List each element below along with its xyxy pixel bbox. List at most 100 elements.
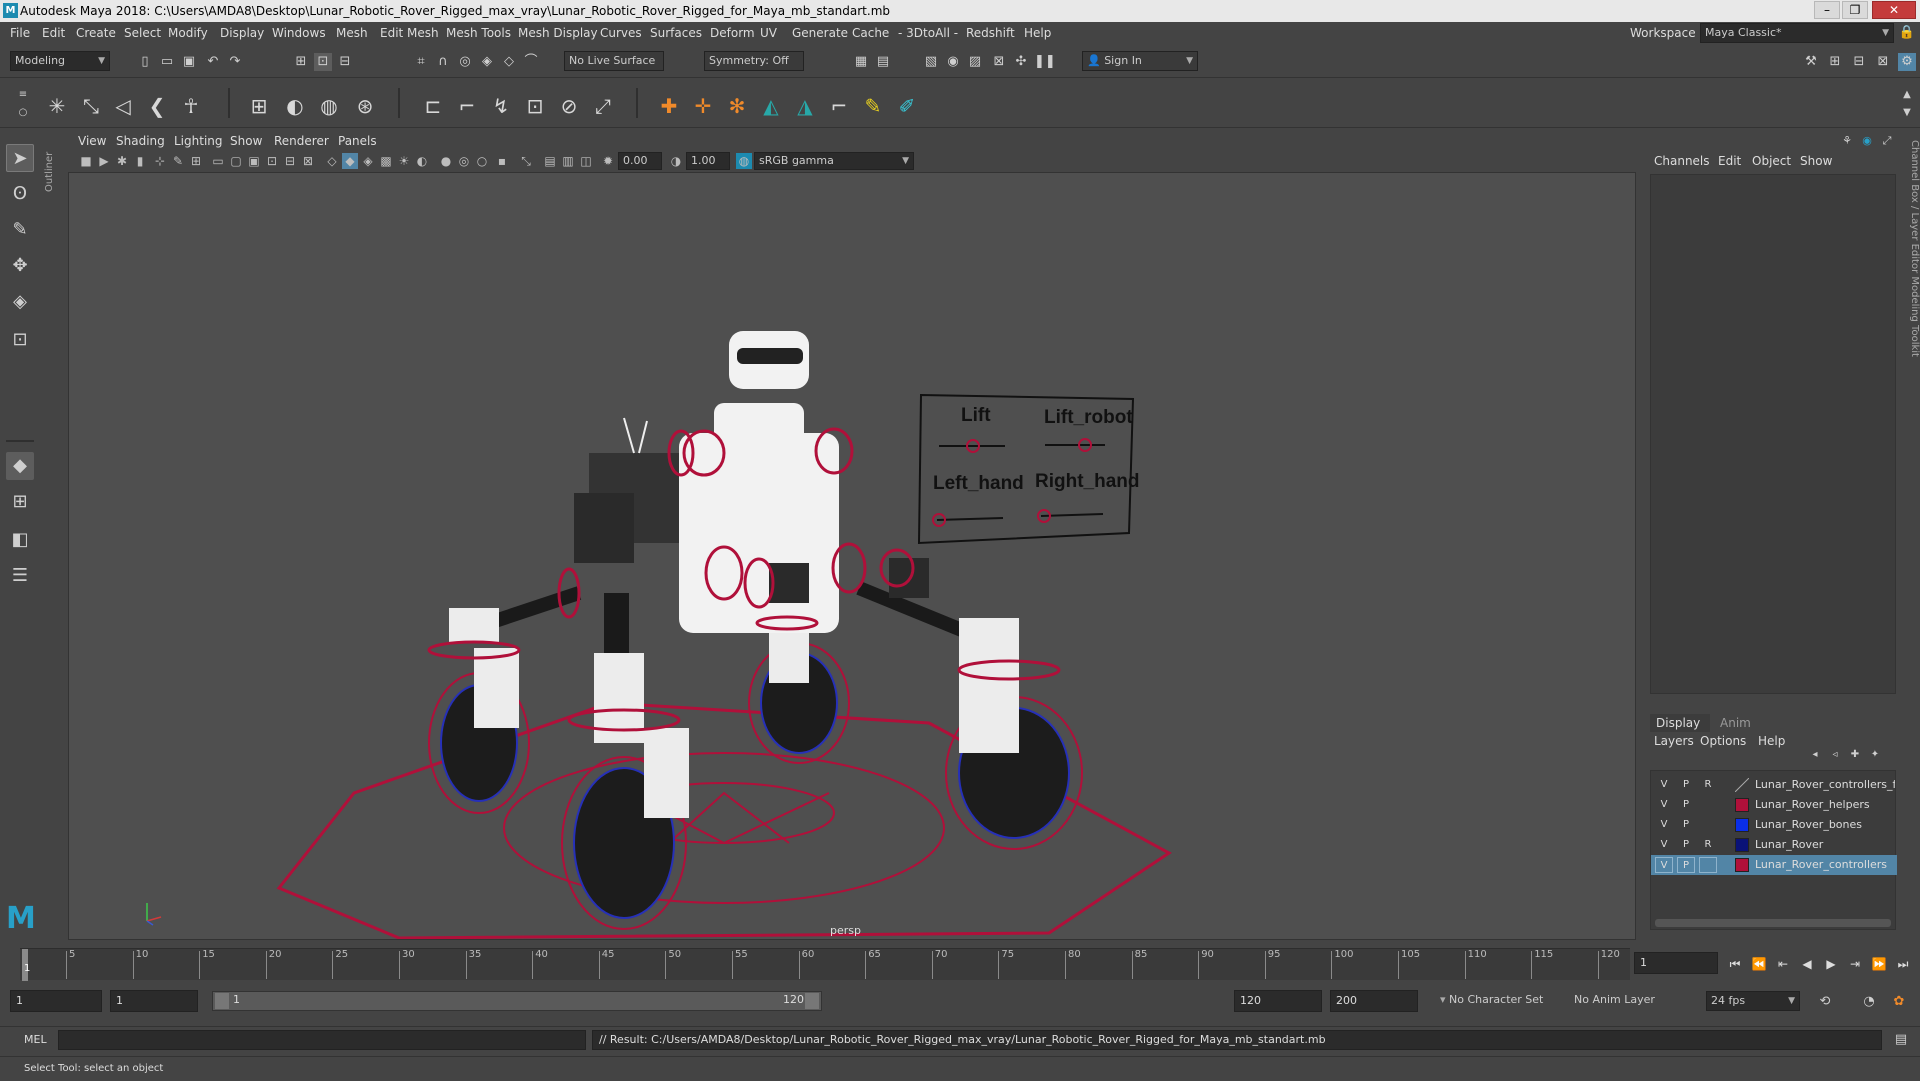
new-layer-icon[interactable]: ✚ [1846,746,1864,764]
pin-icon[interactable]: ⤢ [1878,132,1896,150]
exposure-field[interactable]: 0.00 [618,152,662,170]
shelf-settings-icon[interactable]: ○ [14,104,32,122]
maximize-button[interactable]: ❐ [1842,1,1868,19]
tool-settings-icon[interactable]: ⊟ [1850,53,1868,71]
lattice-icon[interactable]: ⊞ [246,93,272,119]
wrap-deformer-icon[interactable]: ◐ [282,93,308,119]
pole-vector-icon[interactable]: ⤢ [590,93,616,119]
layer-name[interactable]: Lunar_Rover_bones [1755,815,1895,835]
quick-rig-icon[interactable]: ☥ [178,93,204,119]
gamma-icon[interactable]: ◑ [668,153,684,169]
channels-object-menu[interactable]: Object [1752,154,1791,168]
step-forward-key-icon[interactable]: ⏩ [1870,954,1888,974]
layer-visibility-toggle[interactable]: V [1655,837,1673,853]
range-start-handle[interactable] [215,993,229,1009]
layer-color-swatch[interactable] [1735,838,1749,852]
layer-row[interactable]: V P Lunar_Rover_helpers [1651,795,1897,815]
layers-menu[interactable]: Layers [1654,734,1694,748]
transform-constraint-icon[interactable]: ✳ [44,93,70,119]
color-management-icon[interactable]: ◍ [736,153,752,169]
play-backwards-icon[interactable]: ◀ [1798,954,1816,974]
camera-select-icon[interactable]: ■ [78,153,94,169]
ipr-render-icon[interactable]: ▧ [922,53,940,71]
animation-start-field[interactable]: 1 [10,990,102,1012]
layer-visibility-toggle[interactable]: V [1655,857,1673,873]
layer-reference-toggle[interactable] [1699,817,1717,833]
layer-name[interactable]: Lunar_Rover_helpers [1755,795,1895,815]
depth-of-field-icon[interactable]: ▪ [494,153,510,169]
four-view-icon[interactable]: ⊞ [6,488,34,516]
open-scene-icon[interactable]: ▭ [158,53,176,71]
pause-icon[interactable]: ❚❚ [1034,53,1056,71]
move-layer-up-icon[interactable]: ◂ [1806,746,1824,764]
menu-windows[interactable]: Windows [272,22,326,44]
help-menu[interactable]: Help [1758,734,1785,748]
layer-row[interactable]: V P R Lunar_Rover_controllers_freeze [1651,775,1897,795]
render-settings-icon[interactable]: ◉ [944,53,962,71]
step-back-key-icon[interactable]: ⏪ [1750,954,1768,974]
channel-box-toggle-icon[interactable]: ⊠ [1874,53,1892,71]
anti-aliasing-icon[interactable]: ○ [474,153,490,169]
xray-icon[interactable]: ▤ [542,153,558,169]
symmetry-dropdown[interactable]: Symmetry: Off [704,51,804,71]
menu-help[interactable]: Help [1024,22,1051,44]
snap-point-icon[interactable]: ◎ [456,53,474,71]
shelf-menu-icon[interactable]: ≡ [14,86,32,104]
empty-slot-icon[interactable]: ⌐ [826,93,852,119]
panel-menu-view[interactable]: View [78,134,106,148]
isolate-select-icon[interactable]: ⤡ [518,153,534,169]
mash-network-icon[interactable]: ◭ [758,93,784,119]
go-to-end-icon[interactable]: ⏭ [1894,954,1912,974]
smooth-shade-icon[interactable]: ◆ [342,153,358,169]
new-layer-from-selected-icon[interactable]: ✦ [1866,746,1884,764]
menu-edit-mesh[interactable]: Edit Mesh [380,22,439,44]
layer-visibility-toggle[interactable]: V [1655,777,1673,793]
new-scene-icon[interactable]: ▯ [136,53,154,71]
panel-menu-shading[interactable]: Shading [116,134,165,148]
character-set-dropdown[interactable]: ▾ No Character Set [1436,991,1564,1011]
attribute-editor-icon[interactable]: ⊞ [1826,53,1844,71]
menu-uv[interactable]: UV [760,22,777,44]
viewport-persp[interactable]: Lift Lift_robot Left_hand Right_hand [68,172,1636,940]
menu-redshift[interactable]: Redshift [966,22,1015,44]
menu-cache[interactable]: Cache [852,22,889,44]
safe-action-icon[interactable]: ⊟ [282,153,298,169]
field-chart-icon[interactable]: ⊡ [264,153,280,169]
menu-mesh-display[interactable]: Mesh Display [518,22,598,44]
ik-handle-icon[interactable]: ⤡ [78,93,104,119]
modeling-toolkit-icon[interactable]: ⚒ [1802,53,1820,71]
select-component-icon[interactable]: ⊟ [336,53,354,71]
layer-name[interactable]: Lunar_Rover_controllers [1755,855,1895,875]
mash-tool-icon[interactable]: ◮ [792,93,818,119]
paint-select-tool-icon[interactable]: ✎ [6,216,34,244]
layer-color-swatch[interactable] [1735,858,1749,872]
tab-anim[interactable]: Anim [1720,716,1751,730]
playback-end-field[interactable]: 120 [1234,990,1322,1012]
paint-weights-icon[interactable]: ✐ [894,93,920,119]
menu-deform[interactable]: Deform [710,22,755,44]
layer-playback-toggle[interactable]: P [1677,857,1695,873]
current-frame-field[interactable]: 1 [1634,952,1718,974]
menu-file[interactable]: File [10,22,30,44]
exposure-icon[interactable]: ✹ [600,153,616,169]
range-slider[interactable]: 1 120 [212,991,822,1011]
blend-shape-icon[interactable]: ⊛ [352,93,378,119]
camera-attributes-icon[interactable]: ▶ [96,153,112,169]
film-gate-icon[interactable]: ▭ [210,153,226,169]
layer-list-scrollbar[interactable] [1655,919,1891,927]
layer-editor-icon[interactable]: ◉ [1858,132,1876,150]
wireframe-on-shaded-icon[interactable]: ◈ [360,153,376,169]
menu-select[interactable]: Select [124,22,161,44]
aim-constraint-icon[interactable]: ⊘ [556,93,582,119]
command-input[interactable] [58,1030,586,1050]
image-plane-icon[interactable]: ▮ [132,153,148,169]
tab-display[interactable]: Display [1656,716,1700,730]
orient-constraint-icon[interactable]: ↯ [488,93,514,119]
range-end-handle[interactable] [805,993,819,1009]
minimize-button[interactable]: – [1814,1,1840,19]
workspace-dropdown[interactable]: Maya Classic* ▼ [1700,23,1894,43]
fps-dropdown[interactable]: 24 fps ▼ [1706,991,1800,1011]
channels-edit-menu[interactable]: Edit [1718,154,1741,168]
channels-menu[interactable]: Channels [1654,154,1710,168]
select-object-icon[interactable]: ⊡ [314,53,332,71]
